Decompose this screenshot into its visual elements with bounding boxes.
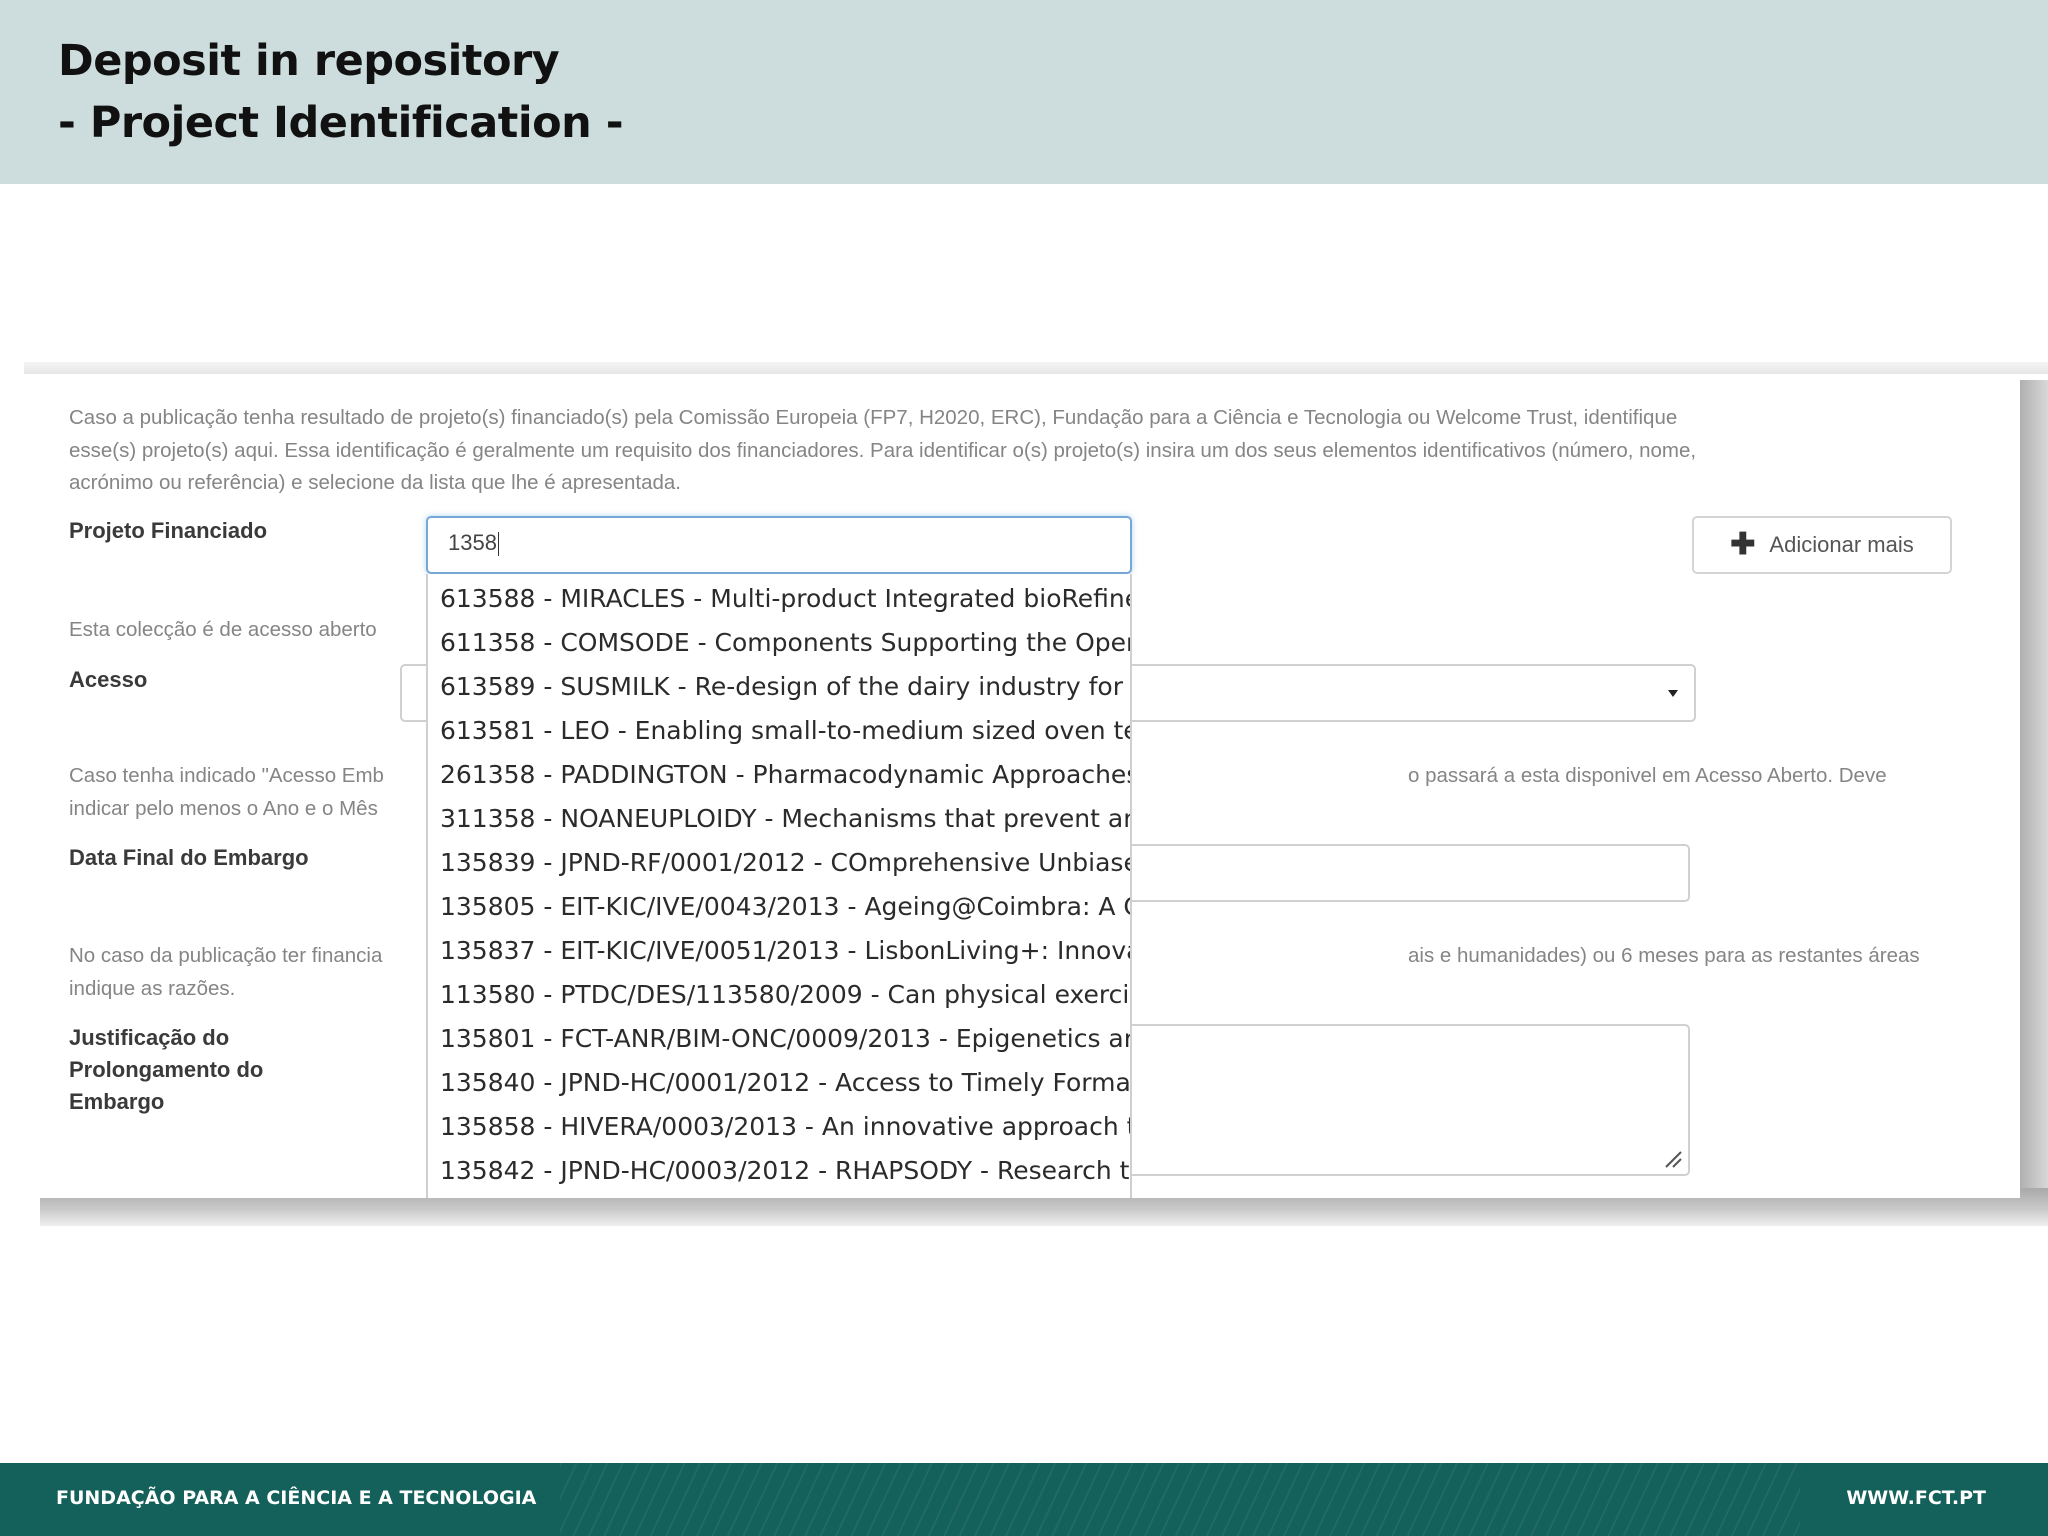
label-line: Embargo	[69, 1089, 165, 1114]
autocomplete-option[interactable]: 113580 - PTDC/DES/113580/2009 - Can phys…	[440, 980, 1130, 1009]
prolong-help-text-right: ais e humanidades) ou 6 meses para as re…	[1408, 944, 1920, 967]
acesso-label: Acesso	[69, 667, 148, 692]
prolong-justification-label: Justificação do Prolongamento do Embargo	[69, 1022, 263, 1118]
autocomplete-option[interactable]: 261358 - PADDINGTON - Pharmacodynamic Ap…	[440, 760, 1130, 789]
add-more-button[interactable]: ✚ Adicionar mais	[1692, 516, 1952, 574]
embargo-help-line: Caso tenha indicado "Acesso Emb	[69, 764, 384, 787]
autocomplete-option[interactable]: 311358 - NOANEUPLOIDY - Mechanisms that …	[440, 804, 1130, 833]
embargo-help-text: Caso tenha indicado "Acesso Emb indicar …	[69, 760, 384, 825]
autocomplete-option[interactable]: 611358 - COMSODE - Components Supporting…	[440, 628, 1130, 657]
prolong-help-line: No caso da publicação ter financia	[69, 944, 383, 967]
deposit-form-screenshot: Caso a publicação tenha resultado de pro…	[24, 374, 2020, 1198]
projeto-financiado-input[interactable]: 1358	[426, 516, 1132, 574]
embargo-help-line: indicar pelo menos o Ano e o Mês	[69, 796, 378, 820]
embargo-help-text-right: o passará a esta disponivel em Acesso Ab…	[1408, 764, 1887, 787]
autocomplete-option[interactable]: 135842 - JPND-HC/0003/2012 - RHAPSODY - …	[440, 1156, 1130, 1185]
footer-pattern	[560, 1463, 1800, 1536]
autocomplete-option[interactable]: 135837 - EIT-KIC/IVE/0051/2013 - LisbonL…	[440, 936, 1130, 965]
add-more-label: Adicionar mais	[1769, 532, 1914, 557]
access-help-text: Esta colecção é de acesso aberto	[69, 618, 377, 641]
slide-header: Deposit in repository - Project Identifi…	[0, 0, 2048, 184]
slide-title-line1: Deposit in repository	[58, 36, 560, 86]
autocomplete-option[interactable]: 135805 - EIT-KIC/IVE/0043/2013 - Ageing@…	[440, 892, 1130, 921]
label-line: Justificação do	[69, 1025, 230, 1050]
panel-top-edge	[24, 362, 2048, 374]
autocomplete-option[interactable]: 613581 - LEO - Enabling small-to-medium …	[440, 716, 1130, 745]
project-autocomplete-dropdown: 613588 - MIRACLES - Multi-product Integr…	[426, 574, 1132, 1198]
projeto-input-value: 1358	[448, 530, 499, 557]
footer-org-name: FUNDAÇÃO PARA A CIÊNCIA E A TECNOLOGIA	[56, 1487, 537, 1509]
prolong-justification-textarea[interactable]	[1104, 1024, 1690, 1176]
prolong-help-text: No caso da publicação ter financia indiq…	[69, 940, 382, 1005]
intro-help-line: esse(s) projeto(s) aqui. Essa identifica…	[69, 438, 1697, 462]
intro-help-line: acrónimo ou referência) e selecione da l…	[69, 471, 681, 494]
autocomplete-option[interactable]: 613589 - SUSMILK - Re-design of the dair…	[440, 672, 1130, 701]
prolong-help-line: indique as razões.	[69, 976, 236, 1000]
autocomplete-option[interactable]: 135858 - HIVERA/0003/2013 - An innovativ…	[440, 1112, 1130, 1141]
intro-help-text: Caso a publicação tenha resultado de pro…	[69, 402, 1989, 500]
slide: Deposit in repository - Project Identifi…	[0, 0, 2048, 1536]
slide-title-line2: - Project Identification -	[58, 98, 624, 148]
embargo-date-label: Data Final do Embargo	[69, 845, 309, 870]
autocomplete-option[interactable]: 135801 - FCT-ANR/BIM-ONC/0009/2013 - Epi…	[440, 1024, 1130, 1053]
text-cursor	[497, 532, 499, 557]
autocomplete-option[interactable]: 135839 - JPND-RF/0001/2012 - COmprehensi…	[440, 848, 1130, 877]
caret-down-icon	[1668, 690, 1678, 697]
slide-footer: FUNDAÇÃO PARA A CIÊNCIA E A TECNOLOGIA W…	[0, 1463, 2048, 1536]
autocomplete-option[interactable]: 613588 - MIRACLES - Multi-product Integr…	[440, 584, 1130, 613]
embargo-date-input[interactable]	[1104, 844, 1690, 902]
resize-handle-icon[interactable]	[1662, 1148, 1682, 1168]
footer-url[interactable]: WWW.FCT.PT	[1846, 1487, 1986, 1509]
autocomplete-option[interactable]: 135840 - JPND-HC/0001/2012 - Access to T…	[440, 1068, 1130, 1097]
label-line: Prolongamento do	[69, 1057, 264, 1082]
intro-help-line: Caso a publicação tenha resultado de pro…	[69, 406, 1678, 429]
plus-icon: ✚	[1730, 528, 1756, 561]
projeto-financiado-label: Projeto Financiado	[69, 518, 268, 543]
panel-shadow-right	[2020, 380, 2048, 1210]
